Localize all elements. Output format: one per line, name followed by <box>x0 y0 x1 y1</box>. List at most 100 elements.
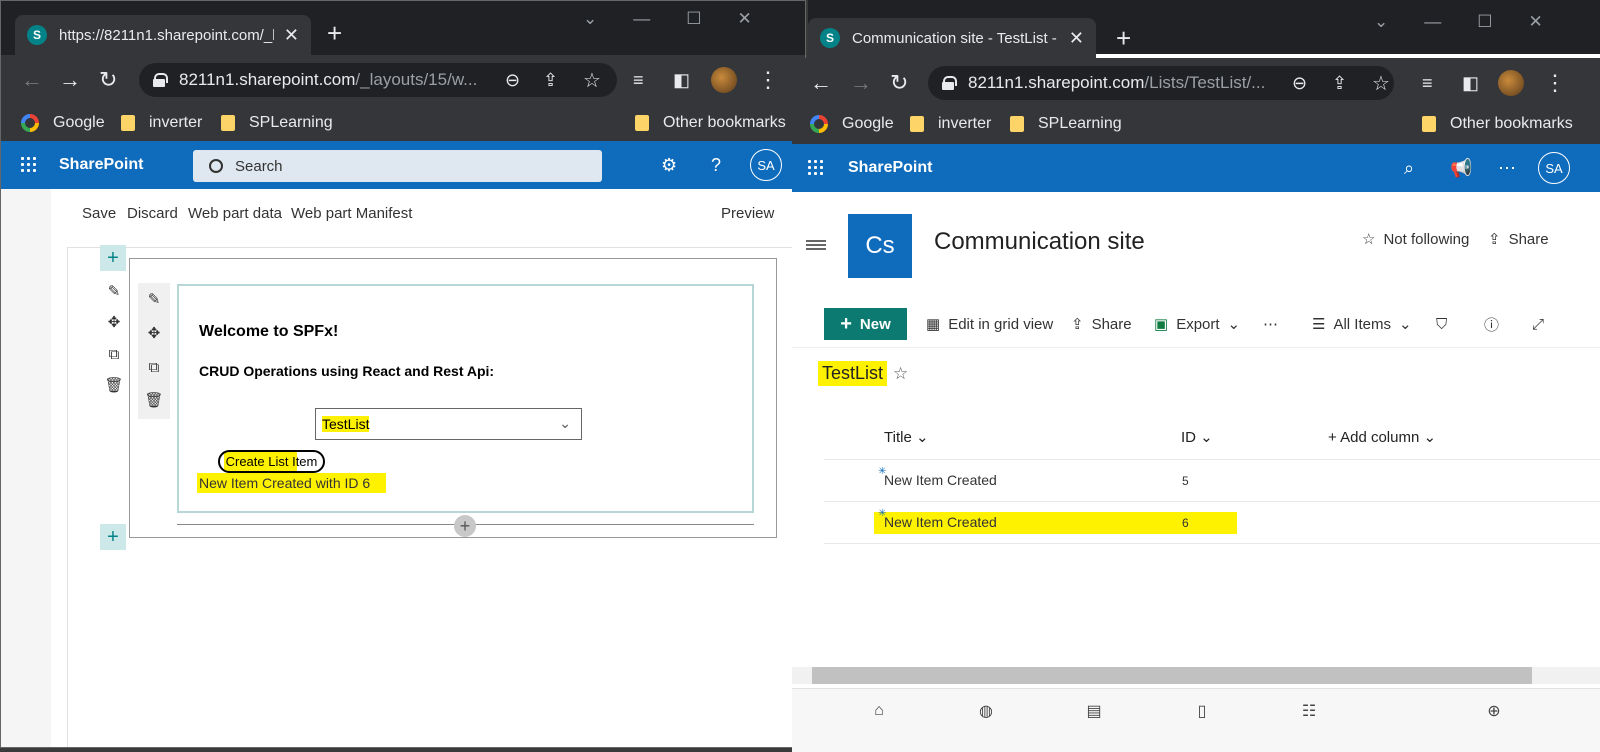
info-icon[interactable]: ⓘ <box>1484 308 1499 340</box>
forward-icon[interactable]: → <box>850 58 872 108</box>
maximize-icon[interactable]: ☐ <box>686 9 701 29</box>
duplicate-webpart-icon[interactable]: ⧉ <box>144 357 164 377</box>
expand-icon[interactable]: ⤢ <box>1532 308 1544 340</box>
column-header-title[interactable]: Title ⌄ <box>884 428 929 446</box>
share-page-icon[interactable]: ⇪ <box>543 55 558 105</box>
close-window-icon[interactable]: ✕ <box>738 9 752 29</box>
new-tab-icon[interactable]: + <box>1116 24 1131 52</box>
tab-search-icon[interactable]: ⌄ <box>583 9 597 29</box>
add-section-bottom-icon[interactable]: + <box>100 524 126 550</box>
side-panel-icon[interactable]: ◧ <box>673 55 690 105</box>
sharepoint-brand[interactable]: SharePoint <box>848 144 932 192</box>
help-icon[interactable]: ? <box>711 141 721 189</box>
address-bar[interactable]: 8211n1.sharepoint.com /Lists/TestList/..… <box>928 66 1394 100</box>
other-bookmarks[interactable]: Other bookmarks <box>635 105 786 141</box>
new-tab-icon[interactable]: + <box>327 19 342 47</box>
zoom-icon[interactable]: ⊖ <box>1292 58 1307 108</box>
media-control-icon[interactable]: ≡ <box>633 55 644 105</box>
tab-search-icon[interactable]: ⌄ <box>1374 12 1388 32</box>
save-button[interactable]: Save <box>82 205 116 222</box>
table-row-1-title[interactable]: New Item Created <box>884 472 997 488</box>
new-button[interactable]: + New <box>824 308 907 340</box>
zoom-icon[interactable]: ⊖ <box>505 55 520 105</box>
edit-webpart-icon[interactable]: ✎ <box>144 289 164 309</box>
user-avatar[interactable]: SA <box>750 149 782 181</box>
back-icon[interactable]: ← <box>810 58 832 108</box>
site-title[interactable]: Communication site <box>934 228 1145 256</box>
create-list-item-button[interactable]: Create List Item <box>218 450 325 473</box>
reload-icon[interactable]: ↻ <box>99 55 117 105</box>
globe-icon[interactable]: ◍ <box>975 700 997 722</box>
app-launcher-icon[interactable] <box>21 157 37 173</box>
preview-button[interactable]: Preview <box>721 205 774 222</box>
close-tab-icon[interactable]: ✕ <box>284 25 299 46</box>
search-icon[interactable]: ⌕ <box>1404 144 1414 192</box>
move-webpart-icon[interactable]: ✥ <box>144 323 164 343</box>
duplicate-section-icon[interactable]: ⧉ <box>104 344 124 364</box>
web-part-manifest-button[interactable]: Web part Manifest <box>291 205 412 222</box>
list-title[interactable]: TestList <box>818 361 888 386</box>
move-section-icon[interactable]: ✥ <box>104 312 124 332</box>
close-tab-icon[interactable]: ✕ <box>1069 28 1084 49</box>
user-avatar[interactable]: SA <box>1538 152 1570 184</box>
export-button[interactable]: ▣ Export ⌄ <box>1154 308 1240 340</box>
browser-tab[interactable]: S Communication site - TestList - A ✕ <box>808 18 1096 58</box>
news-icon[interactable]: ▤ <box>1083 700 1105 722</box>
column-header-id[interactable]: ID ⌄ <box>1181 428 1213 446</box>
bookmark-google[interactable]: Google <box>810 104 894 144</box>
add-webpart-icon[interactable]: + <box>454 515 476 537</box>
site-logo[interactable]: Cs <box>848 214 912 278</box>
minimize-icon[interactable]: — <box>633 9 650 29</box>
favorite-star-icon[interactable]: ☆ <box>893 364 908 384</box>
side-panel-icon[interactable]: ◧ <box>1462 58 1479 108</box>
forward-icon[interactable]: → <box>59 55 81 105</box>
menu-icon[interactable]: ⋮ <box>757 55 779 105</box>
megaphone-icon[interactable]: 📢 <box>1450 144 1472 192</box>
add-section-top-icon[interactable]: + <box>100 245 126 271</box>
browser-tab[interactable]: S https://8211n1.sharepoint.com/_l ✕ <box>15 15 311 55</box>
minimize-icon[interactable]: — <box>1424 12 1441 32</box>
filter-icon[interactable]: ⛉ <box>1436 308 1447 340</box>
reload-icon[interactable]: ↻ <box>890 58 908 108</box>
hamburger-icon[interactable] <box>806 240 826 250</box>
bookmark-inverter[interactable]: inverter <box>121 105 202 141</box>
app-launcher-icon[interactable] <box>808 160 824 176</box>
file-icon[interactable]: ▯ <box>1191 700 1213 722</box>
other-bookmarks[interactable]: Other bookmarks <box>1422 104 1573 144</box>
list-dropdown[interactable]: TestList ⌄ <box>315 408 582 440</box>
back-icon[interactable]: ← <box>21 55 43 105</box>
site-share-button[interactable]: ⇪ Share <box>1488 230 1549 249</box>
edit-grid-button[interactable]: ▦ Edit in grid view <box>926 308 1053 340</box>
close-window-icon[interactable]: ✕ <box>1529 12 1543 32</box>
sharepoint-brand[interactable]: SharePoint <box>59 141 143 189</box>
bookmark-star-icon[interactable]: ☆ <box>1372 58 1390 108</box>
delete-webpart-icon[interactable]: 🗑 <box>144 390 164 410</box>
profile-avatar[interactable] <box>1498 70 1524 96</box>
follow-button[interactable]: ☆ Not following <box>1362 230 1469 249</box>
bookmark-google[interactable]: Google <box>21 105 105 141</box>
share-page-icon[interactable]: ⇪ <box>1332 58 1347 108</box>
view-selector[interactable]: ☰ All Items ⌄ <box>1312 308 1412 340</box>
table-row-2-title[interactable]: New Item Created <box>884 514 997 530</box>
edit-section-icon[interactable]: ✎ <box>104 281 124 301</box>
profile-avatar[interactable] <box>711 67 737 93</box>
bookmark-splearning[interactable]: SPLearning <box>221 105 333 141</box>
add-column-button[interactable]: + Add column ⌄ <box>1328 428 1436 446</box>
search-box[interactable]: Search <box>193 150 602 182</box>
create-icon[interactable]: ⊕ <box>1483 700 1505 722</box>
bookmark-star-icon[interactable]: ☆ <box>583 55 601 105</box>
more-commands-button[interactable]: ⋯ <box>1263 308 1278 340</box>
discard-button[interactable]: Discard <box>127 205 178 222</box>
lists-icon[interactable]: ☷ <box>1298 700 1320 722</box>
menu-icon[interactable]: ⋮ <box>1544 58 1566 108</box>
share-command-button[interactable]: ⇪ Share <box>1071 308 1132 340</box>
settings-gear-icon[interactable]: ⚙ <box>661 141 677 189</box>
media-control-icon[interactable]: ≡ <box>1422 58 1433 108</box>
more-options-icon[interactable]: ⋯ <box>1498 144 1516 192</box>
bookmark-splearning[interactable]: SPLearning <box>1010 104 1122 144</box>
maximize-icon[interactable]: ☐ <box>1477 12 1492 32</box>
bookmark-inverter[interactable]: inverter <box>910 104 991 144</box>
delete-section-icon[interactable]: 🗑 <box>104 375 124 395</box>
web-part-data-button[interactable]: Web part data <box>188 205 282 222</box>
horizontal-scrollbar-thumb[interactable] <box>812 667 1532 684</box>
